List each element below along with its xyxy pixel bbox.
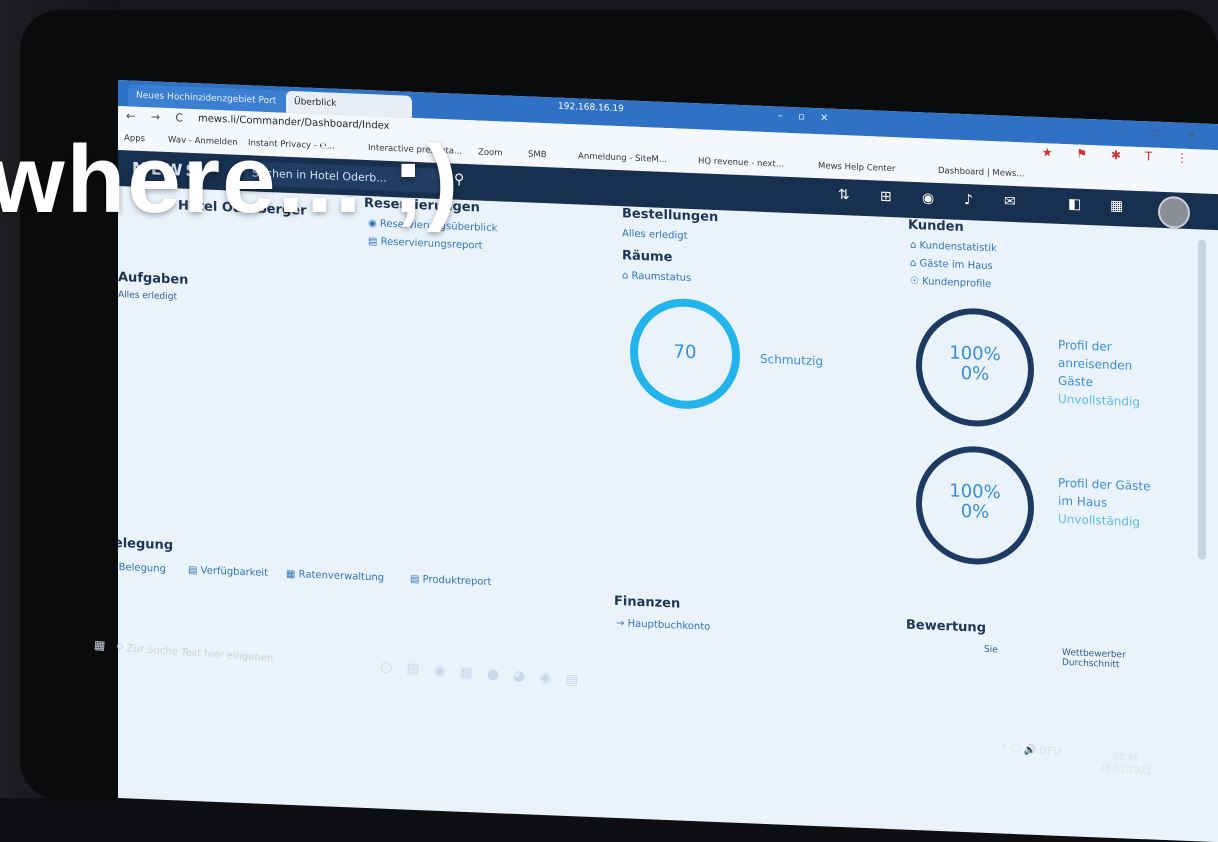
help-icon[interactable]: ◧: [1068, 196, 1081, 213]
bookmark-zoom[interactable]: Zoom: [478, 147, 503, 158]
overlay-caption: where... ;): [0, 126, 461, 233]
eye-icon[interactable]: ◉: [922, 190, 934, 206]
ratenverwaltung-link[interactable]: ▦ Ratenverwaltung: [286, 569, 384, 584]
scrollbar[interactable]: [1198, 239, 1206, 560]
bestellungen-status: Alles erledigt: [622, 228, 688, 242]
taskbar-clock[interactable]: 08:46 26.01.2021: [1099, 750, 1152, 778]
reservierungsreport-link[interactable]: ▤ Reservierungsreport: [368, 236, 483, 252]
pct-complete: 100%: [949, 342, 1001, 366]
hand-cursor-icon: ☝: [994, 232, 1004, 251]
bookmark-smb[interactable]: SMB: [528, 149, 547, 160]
mail-icon[interactable]: ✉: [1004, 194, 1016, 210]
clock-time: 08:46: [1112, 752, 1140, 764]
kundenstatistik-link[interactable]: ⌂ Kundenstatistik: [910, 240, 997, 254]
link-label: Kundenprofile: [922, 276, 992, 291]
extension-icons[interactable]: ★ ⚑ ✱ T ⋮: [1042, 145, 1198, 165]
raumstatus-label[interactable]: Schmutzig: [760, 350, 823, 371]
kunden-title: Kunden: [908, 217, 964, 235]
profile-arrivals-pct: 100% 0%: [916, 342, 1034, 387]
bookmark-hq[interactable]: HQ revenue - next...: [698, 156, 784, 169]
bookmark-dashboard[interactable]: Dashboard | Mews...: [938, 166, 1024, 179]
windows-start-icon[interactable]: ▦: [94, 638, 106, 653]
ring-label-text: Profil der anreisenden Gäste: [1058, 337, 1133, 390]
link-label: Ratenverwaltung: [298, 569, 385, 584]
gaeste-im-haus-link[interactable]: ⌂ Gäste im Haus: [910, 258, 993, 272]
profile-inhouse-pct: 100% 0%: [916, 480, 1034, 525]
bell-icon[interactable]: ♪: [964, 192, 973, 208]
link-label: Verfügbarkeit: [200, 565, 269, 580]
belegung-title: Belegung: [118, 535, 174, 554]
link-label: Produktreport: [422, 574, 492, 588]
raumstatus-link[interactable]: ⌂ Raumstatus: [622, 270, 691, 284]
link-label: Reservierungsreport: [380, 236, 483, 252]
bewertung-title: Bewertung: [906, 617, 986, 636]
ring-label-text: Profil der Gäste im Haus: [1058, 475, 1151, 510]
bookmark-mews-help[interactable]: Mews Help Center: [818, 161, 895, 174]
remote-ip-label: 192.168.16.19: [558, 101, 624, 115]
bewertung-you-label: Sie: [984, 644, 998, 656]
remote-window-controls[interactable]: – ▫ ×: [778, 111, 835, 124]
kundenprofile-link[interactable]: ☉ Kundenprofile: [910, 276, 991, 290]
ring-status-text: Unvollständig: [1058, 511, 1140, 530]
produktreport-link[interactable]: ▤ Produktreport: [410, 574, 491, 588]
pct-complete: 100%: [949, 480, 1001, 504]
clock-date: 26.01.2021: [1099, 763, 1152, 777]
profile-inhouse-label[interactable]: Profil der Gäste im Haus Unvollständig: [1058, 474, 1168, 532]
link-label: Gäste im Haus: [919, 258, 993, 273]
ring-status-text: Unvollständig: [1058, 391, 1140, 410]
bewertung-competitors-label: Wettbewerber Durchschnitt: [1062, 647, 1126, 671]
pct-incomplete: 0%: [960, 362, 990, 385]
sort-icon[interactable]: ⇅: [838, 187, 850, 203]
tab-label: Überblick: [294, 97, 337, 109]
dashboard: Hotel Oderberger Aufgaben Alles erledigt…: [118, 186, 1218, 842]
tab-label: Neues Hochinzidenzgebiet Port: [136, 90, 277, 107]
pct-incomplete: 0%: [960, 500, 990, 523]
link-label: Belegung: [118, 562, 166, 575]
avatar[interactable]: [1158, 195, 1190, 230]
link-label: Kundenstatistik: [919, 240, 997, 255]
aufgaben-status: Alles erledigt: [118, 290, 177, 303]
bookmark-anmeldung[interactable]: Anmeldung - SiteM...: [578, 151, 667, 165]
nav-buttons[interactable]: ← → C: [126, 109, 189, 125]
link-label: Hauptbuchkonto: [627, 618, 711, 633]
link-label: Raumstatus: [631, 270, 692, 285]
add-icon[interactable]: ⊞: [880, 189, 892, 205]
profile-arrivals-label[interactable]: Profil der anreisenden Gäste Unvollständi…: [1058, 336, 1168, 412]
gift-icon[interactable]: ▦: [1110, 198, 1123, 215]
raeume-title: Räume: [622, 248, 673, 266]
finanzen-title: Finanzen: [614, 593, 681, 612]
hauptbuchkonto-link[interactable]: → Hauptbuchkonto: [616, 618, 710, 633]
belegung-link[interactable]: ▤ Belegung: [118, 562, 166, 575]
aufgaben-title: Aufgaben: [118, 270, 189, 288]
verfuegbarkeit-link[interactable]: ▤ Verfügbarkeit: [188, 565, 268, 579]
bestellungen-title: Bestellungen: [622, 206, 719, 226]
